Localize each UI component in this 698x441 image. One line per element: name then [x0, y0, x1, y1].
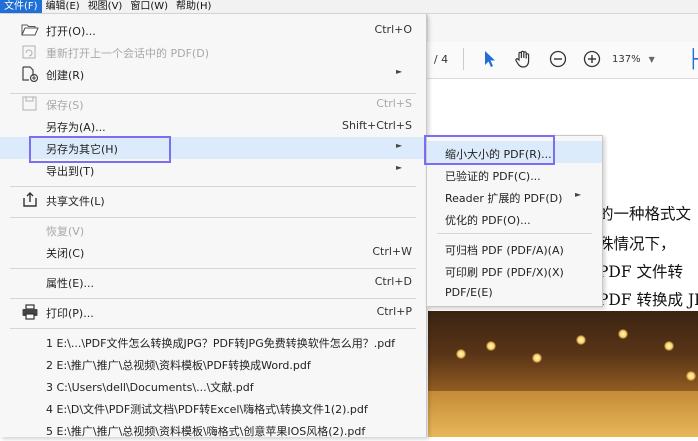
menu-item-label: 另存为(A)... [46, 121, 106, 134]
folder-open-icon [21, 22, 39, 38]
shortcut: Ctrl+O [374, 23, 412, 36]
menu-item-save-as[interactable]: 另存为(A)... Shift+Ctrl+S [0, 115, 426, 137]
submenu-arrow-icon: ► [575, 190, 582, 199]
menu-item-label: 打开(O)... [46, 25, 96, 38]
menu-item-label: 保存(S) [46, 99, 84, 112]
file-menu: 打开(O)... Ctrl+O 重新打开上一个会话中的 PDF(D) 创建(R)… [0, 14, 427, 438]
menu-item-label: 重新打开上一个会话中的 PDF(D) [46, 47, 209, 60]
menu-item-properties[interactable]: 属性(E)... Ctrl+D [0, 271, 426, 293]
hand-tool-icon[interactable] [512, 48, 534, 70]
menu-item-label: 已验证的 PDF(C)... [445, 170, 541, 183]
printer-icon [21, 304, 39, 320]
menu-separator [10, 217, 416, 218]
menu-separator [10, 186, 416, 187]
shortcut: Ctrl+S [376, 97, 412, 110]
menu-item-share[interactable]: 共享文件(L) [0, 189, 426, 211]
menu-item-label: 可印刷 PDF (PDF/X)(X) [445, 266, 564, 279]
recent-file-label: 3 C:\Users\dell\Documents\...\文献.pdf [46, 381, 254, 394]
menu-edit[interactable]: 编辑(E) [42, 0, 84, 13]
submenu-item-printable[interactable]: 可印刷 PDF (PDF/X)(X) [427, 259, 602, 281]
recent-file-item[interactable]: 4 E:\D\文件\PDF测试文档\PDF转Excel\嗨格式\转换文件1(2)… [0, 397, 426, 419]
edit-tool-icon[interactable]: ├ [688, 48, 698, 72]
menu-item-label: 导出到(T) [46, 165, 95, 178]
shortcut: Ctrl+P [376, 305, 412, 318]
menu-item-label: Reader 扩展的 PDF(D) [445, 192, 563, 205]
recent-file-label: 1 E:\...\PDF文件怎么转换成JPG？PDF转JPG免费转换软件怎么用？… [46, 337, 396, 350]
document-text-line: 殊情况下， [598, 235, 676, 253]
menu-help[interactable]: 帮助(H) [172, 0, 215, 13]
menu-item-revert[interactable]: 恢复(V) [0, 219, 426, 241]
toolbar-separator [463, 48, 464, 70]
highlight-outline [424, 135, 555, 165]
shortcut: Ctrl+W [372, 245, 412, 258]
shortcut: Ctrl+D [374, 275, 412, 288]
shortcut: Shift+Ctrl+S [342, 119, 412, 132]
document-text-line: PDF 转换成 JPG [598, 291, 698, 309]
page-total: / 4 [433, 52, 449, 66]
document-text-line: PDF 文件转 [598, 263, 684, 281]
submenu-item-optimized[interactable]: 优化的 PDF(O)... [427, 207, 602, 229]
chevron-down-icon: ▼ [648, 54, 655, 64]
recent-file-label: 4 E:\D\文件\PDF测试文档\PDF转Excel\嗨格式\转换文件1(2)… [46, 403, 368, 416]
document-text-line: 的一种格式文 [598, 205, 692, 223]
submenu-arrow-icon: ► [396, 141, 403, 150]
menu-item-label: 关闭(C) [46, 247, 85, 260]
menu-item-print[interactable]: 打印(P)... Ctrl+P [0, 301, 426, 323]
menu-item-label: PDF/E(E) [445, 286, 493, 299]
zoom-value: 137% [612, 53, 641, 65]
menu-item-open[interactable]: 打开(O)... Ctrl+O [0, 19, 426, 41]
menu-item-label: 优化的 PDF(O)... [445, 214, 531, 227]
menu-item-save[interactable]: 保存(S) Ctrl+S [0, 93, 426, 115]
document-photo [428, 311, 698, 437]
menu-separator [10, 298, 416, 299]
zoom-out-icon[interactable] [547, 48, 569, 70]
menu-item-label: 恢复(V) [46, 225, 85, 238]
select-cursor-icon[interactable] [480, 48, 500, 70]
menu-item-label: 打印(P)... [46, 307, 94, 320]
reopen-icon [21, 44, 39, 60]
menu-separator [10, 328, 416, 329]
recent-file-item[interactable]: 5 E:\推广\推广\总视频\资料模板\嗨格式\创意苹果IOS风格(2).pdf [0, 419, 426, 441]
highlight-outline [29, 136, 171, 163]
menu-item-label: 属性(E)... [46, 277, 95, 290]
menu-item-label: 创建(R) [46, 69, 85, 82]
create-pdf-icon [21, 66, 39, 83]
submenu-arrow-icon: ► [396, 163, 403, 172]
submenu-arrow-icon: ► [396, 67, 403, 76]
document-tab[interactable] [428, 14, 698, 42]
menu-view[interactable]: 视图(V) [84, 0, 127, 13]
submenu-item-pdfe[interactable]: PDF/E(E) [427, 281, 602, 303]
menu-item-label: 可归档 PDF (PDF/A)(A) [445, 244, 564, 257]
submenu-item-archivable[interactable]: 可归档 PDF (PDF/A)(A) [427, 237, 602, 259]
recent-file-item[interactable]: 2 E:\推广\推广\总视频\资料模板\PDF转换成Word.pdf [0, 353, 426, 375]
menu-window[interactable]: 窗口(W) [126, 0, 172, 13]
zoom-in-icon[interactable] [581, 48, 603, 70]
zoom-select[interactable]: 137% ▼ [612, 48, 672, 70]
submenu-item-reader-extended[interactable]: Reader 扩展的 PDF(D) ► [427, 185, 602, 207]
share-icon [21, 192, 39, 208]
menu-item-reopen[interactable]: 重新打开上一个会话中的 PDF(D) [0, 41, 426, 63]
save-icon [21, 96, 39, 112]
menu-separator [10, 268, 416, 269]
recent-file-label: 2 E:\推广\推广\总视频\资料模板\PDF转换成Word.pdf [46, 359, 311, 372]
menu-item-create[interactable]: 创建(R) ► [0, 63, 426, 85]
menu-bar: 文件(F) 编辑(E) 视图(V) 窗口(W) 帮助(H) [0, 0, 698, 14]
menu-item-label: 共享文件(L) [46, 195, 105, 208]
recent-file-item[interactable]: 1 E:\...\PDF文件怎么转换成JPG？PDF转JPG免费转换软件怎么用？… [0, 331, 426, 353]
menu-file[interactable]: 文件(F) [0, 0, 42, 13]
recent-file-item[interactable]: 3 C:\Users\dell\Documents\...\文献.pdf [0, 375, 426, 397]
menu-item-close[interactable]: 关闭(C) Ctrl+W [0, 241, 426, 263]
submenu-item-certified[interactable]: 已验证的 PDF(C)... [427, 163, 602, 185]
menu-separator [437, 233, 592, 234]
